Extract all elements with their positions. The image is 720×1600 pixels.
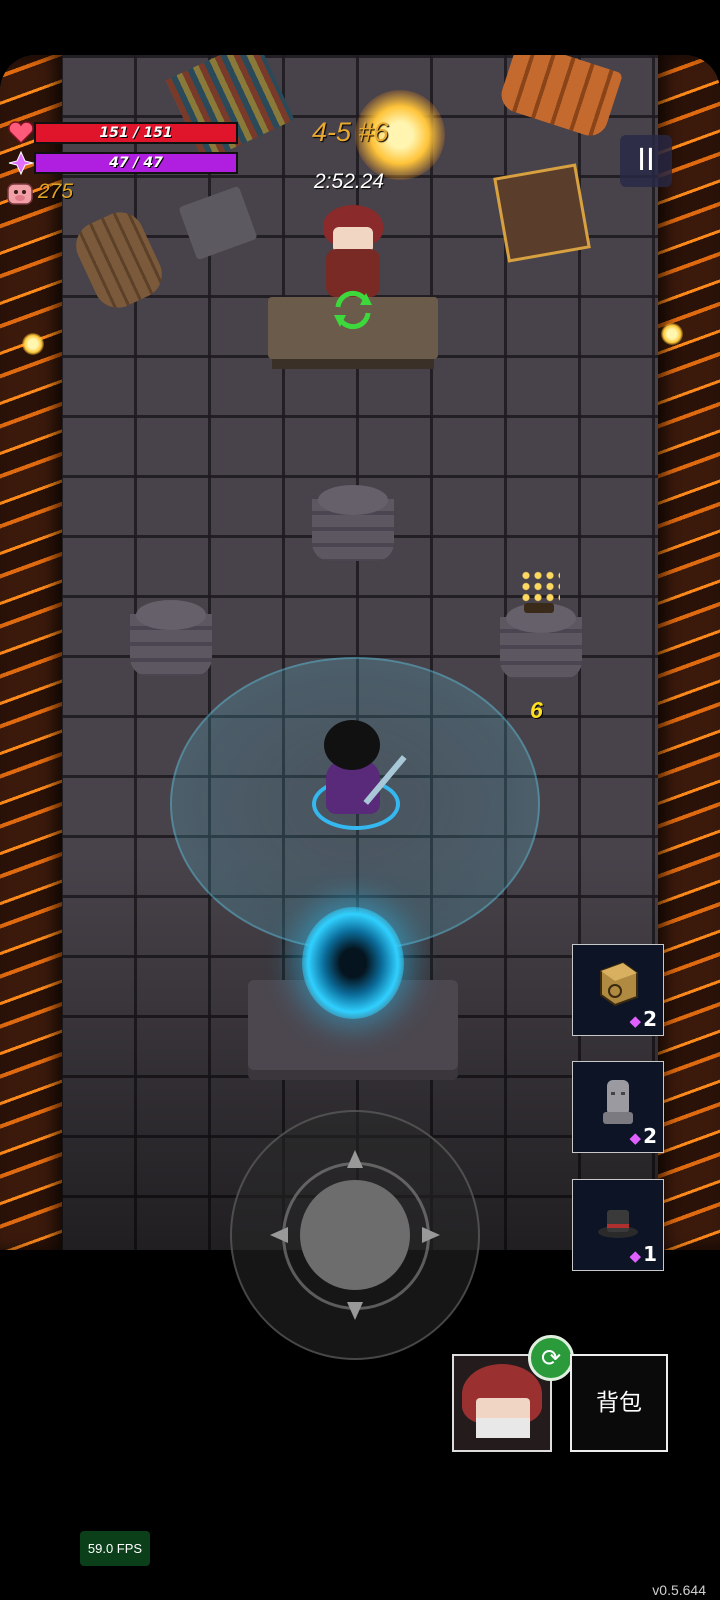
bag-button[interactable]: 背包	[570, 1354, 668, 1452]
damage-popup: 6	[530, 697, 543, 723]
stone-pillar	[130, 600, 212, 680]
wall-torch-right	[661, 323, 683, 345]
rune-cube-icon	[600, 961, 638, 1007]
mana-text: 47 / 47	[109, 155, 163, 171]
mana-bar: 47 / 47	[34, 152, 238, 174]
player-hair	[324, 720, 380, 770]
npc-swap-icon[interactable]	[330, 287, 376, 333]
health-bar: 151 / 151	[34, 122, 238, 144]
pause-button[interactable]: II	[620, 135, 672, 187]
version-label: v0.5.644	[652, 1582, 706, 1598]
skill-cost: 2	[643, 1007, 657, 1031]
sparkle-effect	[520, 570, 560, 604]
ornate-crate	[493, 163, 591, 263]
portal[interactable]	[302, 907, 404, 1019]
swap-character-button[interactable]: ⟳	[528, 1335, 574, 1381]
mana-gem-icon: ◆	[629, 1129, 642, 1147]
mana-gem-icon: ◆	[629, 1012, 642, 1030]
swap-cycle-icon: ⟳	[540, 1344, 562, 1372]
run-timer: 2:52.24	[314, 170, 385, 193]
joystick-knob[interactable]	[300, 1180, 410, 1290]
merchant-npc[interactable]	[318, 205, 388, 300]
mana-gem-icon: ◆	[629, 1247, 642, 1265]
stone-pillar	[500, 603, 582, 683]
player-character	[312, 720, 408, 830]
wall-torch-left	[22, 333, 44, 355]
skill-cost: 1	[643, 1242, 657, 1266]
level-label: 4-5 #6	[312, 117, 389, 147]
pig-coin-icon	[7, 183, 33, 205]
lava-wall-right	[658, 55, 720, 1250]
coin-count: 275	[38, 180, 74, 203]
skill-slot-1[interactable]: ◆ 2	[572, 944, 664, 1036]
health-text: 151 / 151	[99, 125, 173, 141]
stone-pillar	[312, 485, 394, 565]
skill-cost: 2	[643, 1124, 657, 1148]
skill-slot-3[interactable]: ◆ 1	[572, 1179, 664, 1271]
stone-head-icon	[603, 1080, 633, 1124]
mana-gem-icon	[8, 151, 34, 175]
item-pickup[interactable]	[524, 603, 554, 613]
fps-counter: 59.0 FPS	[80, 1531, 150, 1566]
heart-icon	[8, 121, 34, 145]
pause-icon: II	[637, 143, 655, 178]
lava-wall-left	[0, 55, 62, 1250]
virtual-joystick[interactable]	[230, 1110, 480, 1360]
skill-slot-2[interactable]: ◆ 2	[572, 1061, 664, 1153]
top-hat-icon	[598, 1210, 638, 1238]
